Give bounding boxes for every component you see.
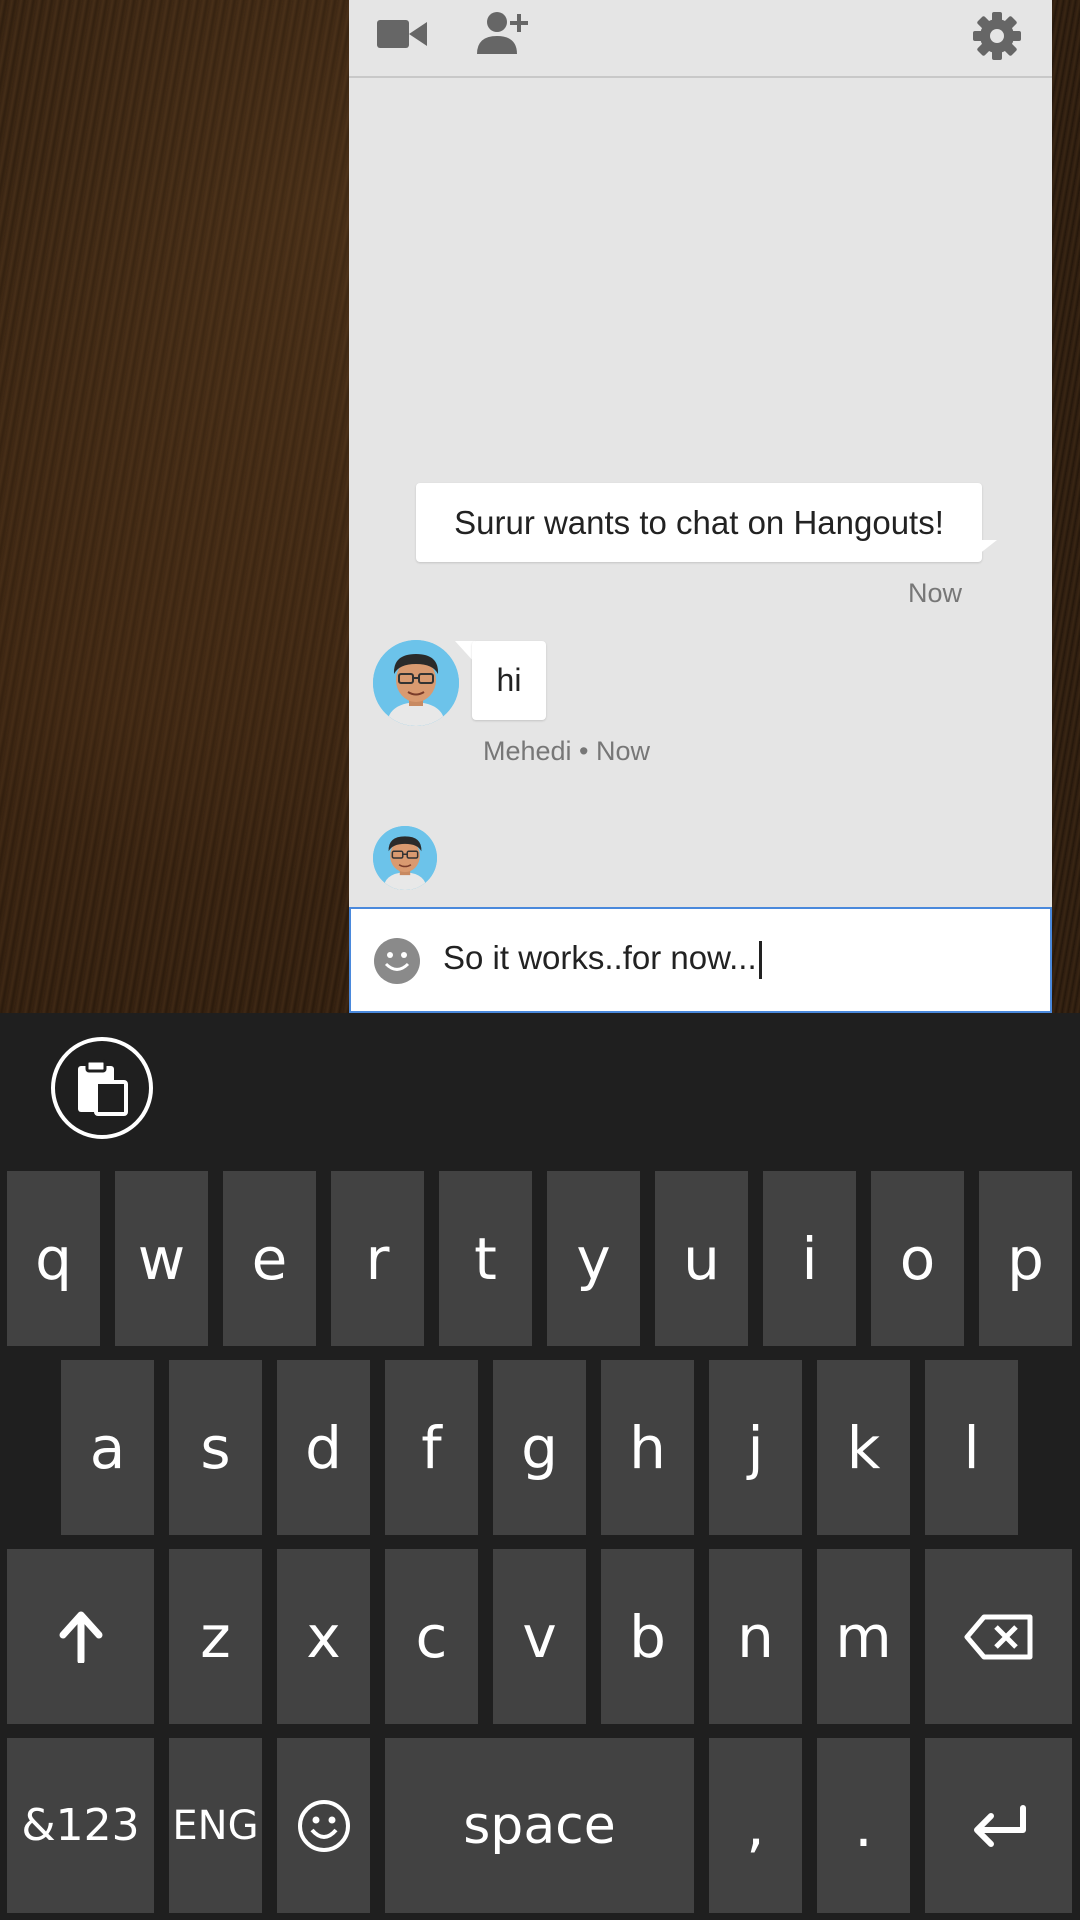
text-caret (758, 941, 762, 980)
symbols-key-label: &123 (21, 1800, 140, 1851)
key-i[interactable]: i (763, 1171, 856, 1346)
gear-icon[interactable] (969, 6, 1025, 62)
key-j[interactable]: j (709, 1360, 802, 1535)
message-meta: Mehedi • Now (483, 736, 651, 766)
period-key-label: . (854, 1791, 873, 1860)
key-t[interactable]: t (439, 1171, 532, 1346)
system-bubble-tail (969, 540, 997, 562)
key-x[interactable]: x (277, 1549, 370, 1724)
key-m[interactable]: m (817, 1549, 910, 1724)
video-camera-icon[interactable] (375, 6, 431, 62)
key-label: m (835, 1602, 892, 1671)
key-q[interactable]: q (7, 1171, 100, 1346)
key-h[interactable]: h (601, 1360, 694, 1535)
backspace-icon (964, 1614, 1032, 1659)
key-label: v (522, 1602, 557, 1671)
key-label: j (747, 1413, 764, 1482)
key-f[interactable]: f (385, 1360, 478, 1535)
enter-key[interactable] (925, 1738, 1072, 1913)
incoming-message-bubble: hi (472, 641, 546, 720)
clipboard-icon[interactable] (51, 1037, 153, 1139)
enter-icon (973, 1804, 1026, 1847)
key-label: t (474, 1224, 497, 1293)
typing-avatar[interactable] (373, 826, 437, 890)
key-label: r (365, 1224, 390, 1293)
space-key[interactable]: space (385, 1738, 694, 1913)
key-r[interactable]: r (331, 1171, 424, 1346)
key-label: p (1007, 1224, 1044, 1293)
key-n[interactable]: n (709, 1549, 802, 1724)
key-label: h (629, 1413, 666, 1482)
key-s[interactable]: s (169, 1360, 262, 1535)
key-label: k (846, 1413, 881, 1482)
key-g[interactable]: g (493, 1360, 586, 1535)
smiley-icon[interactable] (373, 937, 421, 985)
key-label: o (899, 1224, 936, 1293)
shift-arrow-icon (59, 1611, 102, 1663)
chat-toolbar (349, 0, 1052, 78)
avatar[interactable] (373, 640, 459, 726)
key-label: b (629, 1602, 666, 1671)
key-label: n (737, 1602, 774, 1671)
key-label: x (306, 1602, 341, 1671)
key-label: y (576, 1224, 611, 1293)
add-person-icon[interactable] (473, 6, 529, 62)
key-u[interactable]: u (655, 1171, 748, 1346)
incoming-message-text: hi (496, 662, 522, 698)
space-key-label: space (463, 1795, 616, 1856)
chat-panel: Surur wants to chat on Hangouts! Now hi … (349, 0, 1052, 1013)
key-d[interactable]: d (277, 1360, 370, 1535)
on-screen-keyboard: qwe r t y u i o p a s d f g h j k l z x c v b nm &123 ENG sp… (0, 1013, 1080, 1920)
language-key[interactable]: ENG (169, 1738, 262, 1913)
key-label: c (415, 1602, 448, 1671)
key-o[interactable]: o (871, 1171, 964, 1346)
key-label: g (521, 1413, 558, 1482)
backspace-key[interactable] (925, 1549, 1072, 1724)
key-label: w (137, 1224, 186, 1293)
key-l[interactable]: l (925, 1360, 1018, 1535)
emoji-icon (297, 1799, 350, 1852)
comma-key[interactable]: , (709, 1738, 802, 1913)
key-b[interactable]: b (601, 1549, 694, 1724)
key-label: l (963, 1413, 980, 1482)
key-w[interactable]: w (115, 1171, 208, 1346)
period-key[interactable]: . (817, 1738, 910, 1913)
language-key-label: ENG (172, 1802, 259, 1849)
key-label: f (421, 1413, 442, 1482)
key-e[interactable]: e (223, 1171, 316, 1346)
system-message-time: Now (907, 578, 962, 608)
key-v[interactable]: v (493, 1549, 586, 1724)
key-label: e (251, 1224, 288, 1293)
key-y[interactable]: y (547, 1171, 640, 1346)
message-input-value: So it works..for now... (443, 939, 757, 976)
key-label: s (200, 1413, 231, 1482)
key-z[interactable]: z (169, 1549, 262, 1724)
message-input[interactable]: So it works..for now... (349, 907, 1052, 1013)
key-k[interactable]: k (817, 1360, 910, 1535)
key-a[interactable]: a (61, 1360, 154, 1535)
key-c[interactable]: c (385, 1549, 478, 1724)
emoji-key[interactable] (277, 1738, 370, 1913)
key-label: z (200, 1602, 231, 1671)
system-message-bubble: Surur wants to chat on Hangouts! (416, 483, 982, 562)
key-label: a (89, 1413, 126, 1482)
message-input-text[interactable]: So it works..for now... (443, 939, 762, 980)
wallpaper-edge (1052, 0, 1080, 1013)
comma-key-label: , (746, 1791, 765, 1860)
shift-key[interactable] (7, 1549, 154, 1724)
system-message-text: Surur wants to chat on Hangouts! (454, 503, 944, 541)
key-label: u (683, 1224, 720, 1293)
key-label: q (35, 1224, 72, 1293)
key-label: i (801, 1224, 818, 1293)
key-p[interactable]: p (979, 1171, 1072, 1346)
symbols-key[interactable]: &123 (7, 1738, 154, 1913)
key-label: d (305, 1413, 342, 1482)
